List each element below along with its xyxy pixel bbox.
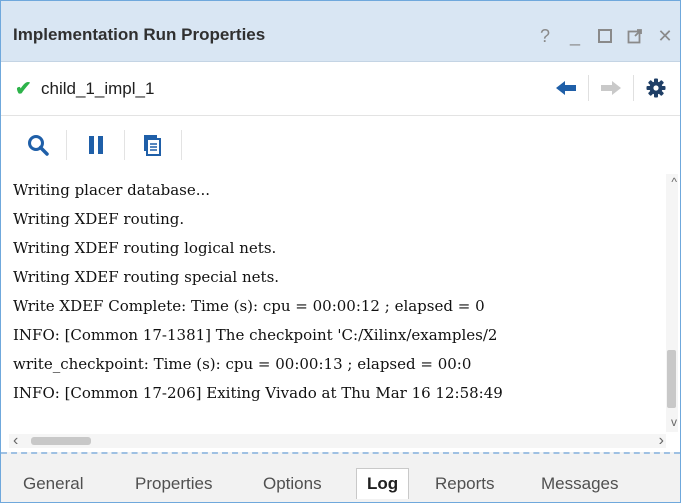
log-console[interactable]: Writing placer database... Writing XDEF …	[9, 174, 678, 452]
log-line: write_checkpoint: Time (s): cpu = 00:00:…	[13, 355, 472, 373]
tab-properties[interactable]: Properties	[135, 474, 212, 494]
window-controls: ? _ ✕	[534, 21, 676, 51]
scroll-right-icon[interactable]: ›	[659, 432, 664, 450]
tab-messages[interactable]: Messages	[541, 474, 618, 494]
run-header: ✔ child_1_impl_1	[1, 62, 680, 116]
horizontal-scrollbar[interactable]: ‹ ›	[9, 432, 666, 450]
scroll-up-icon[interactable]: ^	[671, 176, 677, 188]
nav-separator	[633, 75, 634, 101]
maximize-icon[interactable]	[594, 25, 616, 47]
log-line: Writing placer database...	[13, 181, 211, 199]
run-name: child_1_impl_1	[41, 79, 155, 98]
log-text-area[interactable]: Writing placer database... Writing XDEF …	[9, 174, 666, 432]
search-icon[interactable]	[21, 128, 55, 162]
tab-general[interactable]: General	[23, 474, 83, 494]
log-line: Writing XDEF routing special nets.	[13, 268, 280, 286]
nav-separator	[588, 75, 589, 101]
scroll-left-icon[interactable]: ‹	[13, 432, 18, 450]
log-line: Writing XDEF routing.	[13, 210, 185, 228]
tab-reports[interactable]: Reports	[435, 474, 495, 494]
check-icon: ✔	[15, 78, 32, 100]
float-icon[interactable]	[624, 25, 646, 47]
properties-tabs: General Properties Options Log Reports M…	[1, 452, 680, 502]
forward-arrow-icon[interactable]	[593, 74, 629, 102]
vertical-scrollbar[interactable]: ^ v	[666, 174, 678, 432]
vertical-scroll-thumb[interactable]	[667, 350, 676, 408]
title-bar: Implementation Run Properties ? _ ✕	[1, 1, 680, 62]
copy-icon[interactable]	[135, 128, 169, 162]
close-icon[interactable]: ✕	[654, 25, 676, 47]
toolbar-separator	[124, 130, 125, 160]
tab-options[interactable]: Options	[263, 474, 322, 494]
log-line: INFO: [Common 17-206] Exiting Vivado at …	[13, 384, 503, 402]
log-line: INFO: [Common 17-1381] The checkpoint 'C…	[13, 326, 498, 344]
run-nav	[548, 74, 674, 102]
log-toolbar	[1, 116, 680, 174]
log-line: Writing XDEF routing logical nets.	[13, 239, 277, 257]
minimize-icon[interactable]: _	[564, 25, 586, 47]
toolbar-separator	[66, 130, 67, 160]
back-arrow-icon[interactable]	[548, 74, 584, 102]
scroll-down-icon[interactable]: v	[671, 416, 677, 428]
gear-icon[interactable]	[638, 74, 674, 102]
run-properties-window: Implementation Run Properties ? _ ✕ ✔ ch…	[0, 0, 681, 503]
pause-icon[interactable]	[79, 128, 113, 162]
toolbar-separator	[181, 130, 182, 160]
log-line: Write XDEF Complete: Time (s): cpu = 00:…	[13, 297, 485, 315]
tab-log[interactable]: Log	[356, 468, 410, 499]
horizontal-scroll-thumb[interactable]	[31, 437, 91, 445]
help-icon[interactable]: ?	[534, 25, 556, 47]
window-title: Implementation Run Properties	[13, 25, 266, 44]
